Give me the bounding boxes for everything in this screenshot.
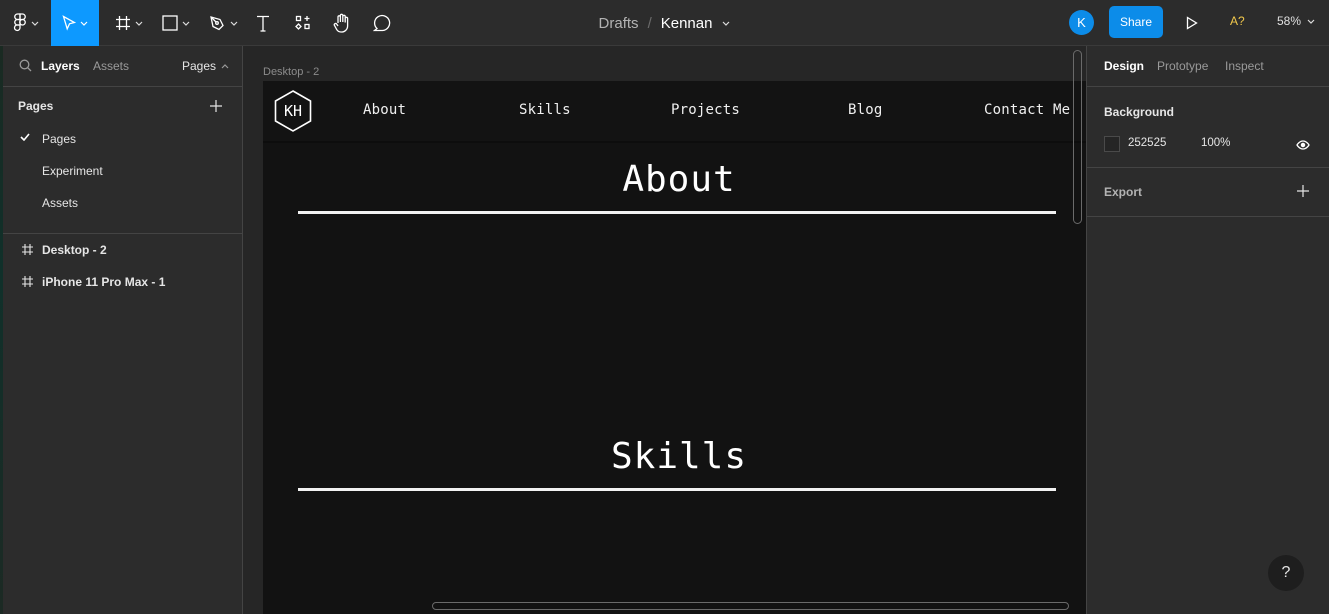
frame-tool-button[interactable] bbox=[111, 0, 147, 46]
hand-tool-button[interactable] bbox=[331, 0, 353, 46]
kh-logo-icon: KH bbox=[274, 90, 312, 132]
comment-tool-button[interactable] bbox=[370, 0, 394, 46]
background-color-swatch[interactable] bbox=[1104, 136, 1120, 152]
section-divider bbox=[298, 488, 1056, 491]
svg-text:KH: KH bbox=[284, 102, 302, 120]
shape-tool-button[interactable] bbox=[158, 0, 194, 46]
checkmark-icon bbox=[20, 133, 30, 141]
zoom-level-value: 58% bbox=[1277, 14, 1302, 28]
horizontal-scrollbar[interactable] bbox=[432, 602, 1069, 610]
add-page-button[interactable] bbox=[210, 99, 222, 117]
cursor-arrow-icon bbox=[62, 15, 76, 31]
missing-fonts-indicator[interactable]: A? bbox=[1230, 14, 1245, 28]
nav-link-about[interactable]: About bbox=[363, 102, 406, 118]
tab-layers[interactable]: Layers bbox=[41, 59, 80, 73]
frame-icon bbox=[22, 276, 33, 287]
breadcrumb-drafts-link[interactable]: Drafts bbox=[599, 15, 639, 32]
vertical-scrollbar[interactable] bbox=[1073, 50, 1082, 224]
nav-link-blog[interactable]: Blog bbox=[848, 102, 883, 118]
section-divider bbox=[298, 211, 1056, 214]
rectangle-icon bbox=[162, 15, 178, 31]
plus-icon bbox=[210, 100, 222, 112]
breadcrumb-separator: / bbox=[647, 14, 652, 32]
share-button[interactable]: Share bbox=[1109, 6, 1163, 38]
export-section: Export bbox=[1087, 168, 1329, 217]
nav-link-skills[interactable]: Skills bbox=[519, 102, 571, 118]
tab-design[interactable]: Design bbox=[1104, 59, 1144, 73]
page-item-pages[interactable]: Pages bbox=[3, 123, 242, 155]
user-avatar[interactable]: K bbox=[1069, 10, 1094, 35]
site-navbar: KH About Skills Projects Blog Contact Me bbox=[263, 81, 1086, 143]
chevron-down-icon bbox=[80, 21, 88, 26]
zoom-level-dropdown[interactable]: 58% bbox=[1277, 14, 1315, 28]
chevron-down-icon bbox=[230, 21, 237, 26]
pen-tool-button[interactable] bbox=[205, 0, 241, 46]
pages-section-title: Pages bbox=[18, 99, 54, 113]
export-title: Export bbox=[1104, 185, 1143, 199]
nav-link-contact-me[interactable]: Contact Me bbox=[984, 102, 1070, 118]
help-button[interactable]: ? bbox=[1268, 555, 1304, 591]
page-item-assets[interactable]: Assets bbox=[3, 187, 242, 219]
comment-bubble-icon bbox=[373, 14, 391, 32]
pages-toggle-label: Pages bbox=[182, 59, 217, 73]
chevron-down-icon bbox=[1307, 19, 1315, 24]
search-icon bbox=[19, 59, 32, 72]
background-hex-input[interactable]: 252525 bbox=[1128, 137, 1166, 149]
layer-label: Desktop - 2 bbox=[42, 243, 107, 257]
figma-logo-icon bbox=[13, 13, 26, 32]
page-label: Pages bbox=[42, 132, 77, 146]
tab-assets[interactable]: Assets bbox=[93, 59, 129, 73]
canvas[interactable]: Desktop - 2 KH About Skills Projects Blo… bbox=[243, 46, 1086, 614]
chevron-down-icon bbox=[135, 21, 143, 26]
frame-icon bbox=[22, 244, 33, 255]
left-panel-tabs: Layers Assets Pages bbox=[3, 46, 242, 87]
chevron-down-icon bbox=[723, 21, 730, 26]
add-export-button[interactable] bbox=[1297, 184, 1309, 202]
right-panel: Design Prototype Inspect Background 2525… bbox=[1086, 46, 1329, 614]
chevron-down-icon bbox=[182, 21, 190, 26]
desktop-frame[interactable]: KH About Skills Projects Blog Contact Me… bbox=[263, 81, 1086, 614]
background-section: Background 252525 100% bbox=[1087, 87, 1329, 168]
background-opacity-input[interactable]: 100% bbox=[1201, 137, 1230, 149]
search-layers-button[interactable] bbox=[19, 59, 32, 75]
text-T-icon bbox=[257, 15, 269, 32]
tab-inspect[interactable]: Inspect bbox=[1225, 59, 1264, 73]
plus-icon bbox=[1297, 185, 1309, 197]
background-title: Background bbox=[1104, 105, 1175, 119]
page-item-experiment[interactable]: Experiment bbox=[3, 155, 242, 187]
frame-label[interactable]: Desktop - 2 bbox=[263, 66, 319, 78]
nav-link-projects[interactable]: Projects bbox=[671, 102, 740, 118]
file-menu-chevron[interactable] bbox=[722, 21, 730, 26]
section-heading-about: About bbox=[622, 159, 736, 200]
tab-prototype[interactable]: Prototype bbox=[1157, 59, 1208, 73]
frame-hash-icon bbox=[116, 16, 130, 30]
layer-item-iphone-11-pro-max-1[interactable]: iPhone 11 Pro Max - 1 bbox=[3, 266, 242, 298]
page-label: Assets bbox=[42, 196, 79, 210]
hand-icon bbox=[333, 13, 349, 33]
present-button[interactable] bbox=[1180, 12, 1204, 34]
top-toolbar: Drafts / Kennan K Share A? 58% bbox=[0, 0, 1329, 46]
page-label: Experiment bbox=[42, 164, 103, 178]
components-icon bbox=[295, 15, 310, 30]
pen-icon bbox=[209, 15, 224, 30]
left-panel: Layers Assets Pages Pages Pages Experime… bbox=[3, 46, 243, 614]
file-name[interactable]: Kennan bbox=[661, 15, 713, 32]
layer-item-desktop-2[interactable]: Desktop - 2 bbox=[3, 234, 242, 266]
pages-section: Pages Pages Experiment Assets bbox=[3, 87, 242, 234]
layer-label: iPhone 11 Pro Max - 1 bbox=[42, 275, 166, 289]
eye-icon bbox=[1296, 140, 1310, 150]
visibility-toggle[interactable] bbox=[1296, 137, 1310, 155]
move-tool-button[interactable] bbox=[51, 0, 99, 46]
chevron-down-icon bbox=[31, 21, 38, 26]
section-heading-skills: Skills bbox=[610, 436, 748, 477]
resources-tool-button[interactable] bbox=[292, 0, 314, 46]
text-tool-button[interactable] bbox=[252, 0, 274, 46]
main-menu-button[interactable] bbox=[0, 0, 51, 46]
pages-toggle[interactable]: Pages bbox=[182, 59, 229, 73]
chevron-up-icon bbox=[221, 63, 229, 68]
play-icon bbox=[1186, 16, 1198, 30]
right-panel-tabs: Design Prototype Inspect bbox=[1087, 46, 1329, 87]
